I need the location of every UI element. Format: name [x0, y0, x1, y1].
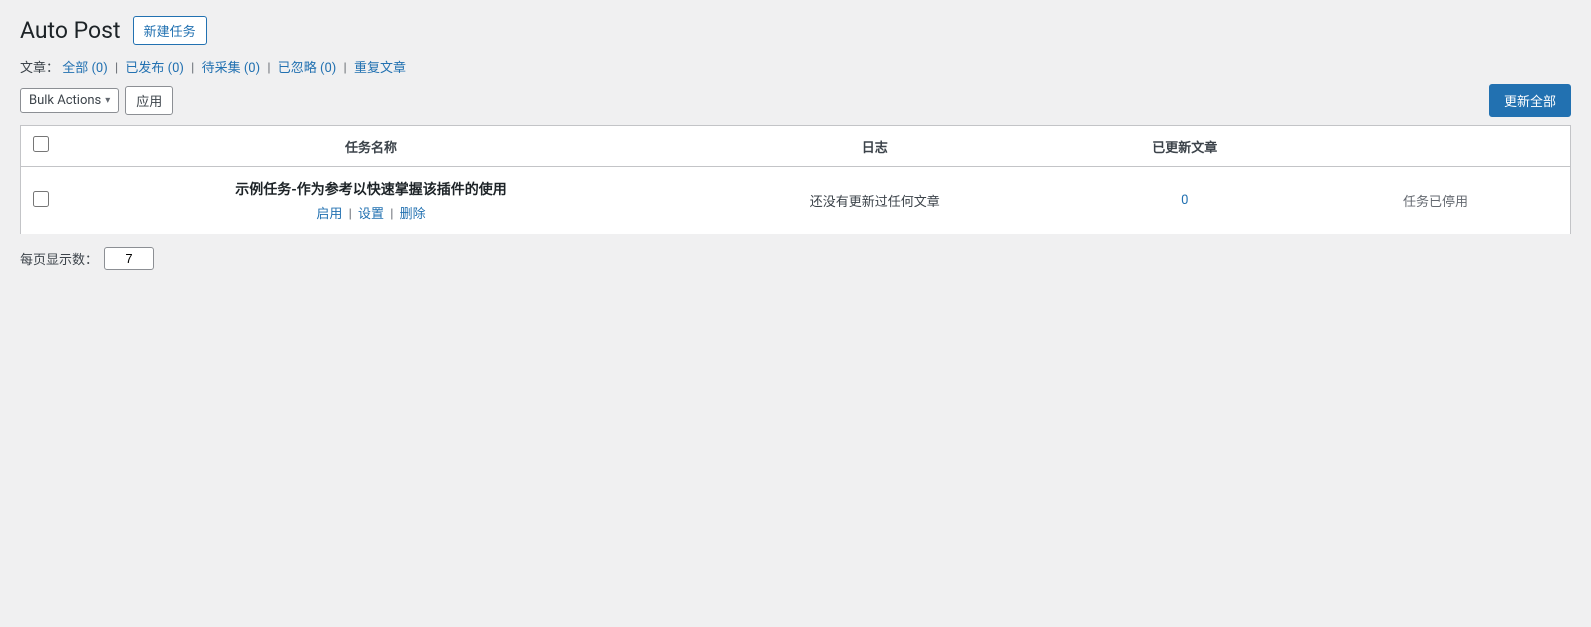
header-status-col [1301, 126, 1571, 167]
separator-2: | [191, 61, 194, 76]
page-header: Auto Post 新建任务 [20, 16, 1571, 45]
filter-all[interactable]: 全部 (0) [62, 61, 108, 76]
row-checkbox-cell [21, 167, 62, 235]
update-all-button[interactable]: 更新全部 [1489, 84, 1571, 117]
header-name-col: 任务名称 [61, 126, 681, 167]
bulk-actions-dropdown[interactable]: Bulk Actions ▾ [20, 88, 119, 113]
task-enable-link[interactable]: 启用 [316, 207, 342, 222]
footer-bar: 每页显示数： [20, 247, 1571, 270]
separator-3: | [267, 61, 270, 76]
row-checkbox[interactable] [33, 191, 49, 207]
action-sep-2: | [390, 207, 393, 222]
select-all-checkbox[interactable] [33, 136, 49, 152]
header-row: 任务名称 日志 已更新文章 [21, 126, 1571, 167]
task-settings-link[interactable]: 设置 [358, 207, 384, 222]
filter-duplicate[interactable]: 重复文章 [354, 61, 406, 76]
page-title: Auto Post [20, 17, 121, 44]
new-task-button[interactable]: 新建任务 [133, 16, 207, 45]
toolbar: Bulk Actions ▾ 应用 更新全部 [20, 84, 1571, 117]
header-checkbox-col [21, 126, 62, 167]
log-text: 还没有更新过任何文章 [810, 195, 940, 210]
table-row: 示例任务-作为参考以快速掌握该插件的使用 启用 | 设置 | 删除 还没有更新过… [21, 167, 1571, 235]
action-sep-1: | [349, 207, 352, 222]
filter-published[interactable]: 已发布 (0) [125, 61, 184, 76]
filter-pending[interactable]: 待采集 (0) [202, 61, 261, 76]
separator-4: | [344, 61, 347, 76]
row-status-cell: 任务已停用 [1301, 167, 1571, 235]
separator-1: | [115, 61, 118, 76]
filter-ignored[interactable]: 已忽略 (0) [278, 61, 337, 76]
header-updated-col: 已更新文章 [1069, 126, 1302, 167]
per-page-input[interactable] [104, 247, 154, 270]
row-name-cell: 示例任务-作为参考以快速掌握该插件的使用 启用 | 设置 | 删除 [61, 167, 681, 235]
toolbar-left: Bulk Actions ▾ 应用 [20, 86, 173, 115]
updated-count: 0 [1181, 193, 1188, 208]
task-actions: 启用 | 设置 | 删除 [73, 203, 669, 222]
per-page-label: 每页显示数： [20, 249, 98, 268]
filter-label: 文章 [20, 61, 46, 76]
main-table: 任务名称 日志 已更新文章 示例任务-作为参考以快速掌握该插件的使用 启用 | … [20, 125, 1571, 235]
task-status: 任务已停用 [1403, 195, 1468, 210]
filter-bar: 文章： 全部 (0) | 已发布 (0) | 待采集 (0) | 已忽略 (0)… [20, 57, 1571, 76]
table-body: 示例任务-作为参考以快速掌握该插件的使用 启用 | 设置 | 删除 还没有更新过… [21, 167, 1571, 235]
header-log-col: 日志 [681, 126, 1069, 167]
bulk-actions-label: Bulk Actions [29, 93, 101, 108]
row-updated-cell: 0 [1069, 167, 1302, 235]
task-delete-link[interactable]: 删除 [400, 207, 426, 222]
row-log-cell: 还没有更新过任何文章 [681, 167, 1069, 235]
chevron-down-icon: ▾ [105, 95, 110, 106]
table-header: 任务名称 日志 已更新文章 [21, 126, 1571, 167]
task-name: 示例任务-作为参考以快速掌握该插件的使用 [73, 179, 669, 199]
apply-button[interactable]: 应用 [125, 86, 173, 115]
